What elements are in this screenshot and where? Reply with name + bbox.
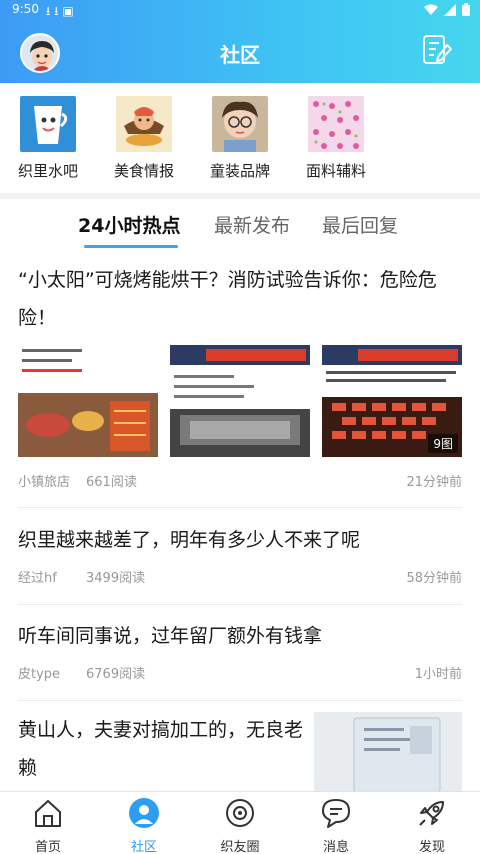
category-zhili-water-bar[interactable]: 织里水吧 [8,96,88,181]
category-kids-clothing-brands[interactable]: 童装品牌 [200,96,280,181]
post-title: 织里越来越差了，明年有多少人不来了呢 [18,529,361,551]
category-label: 面料辅料 [305,162,366,180]
post-images: 9图 [18,345,462,457]
home-icon [35,800,61,827]
image-count-badge: 9图 [428,434,458,453]
nav-home[interactable]: 首页 [0,796,96,854]
child-photo-icon [212,96,268,152]
friends-circle-icon [226,799,254,827]
category-fabrics-accessories[interactable]: 面料辅料 [296,96,376,181]
post-feed: 24小时热点 最新发布 最后回复 “小太阳”可烧烤能烘干？消防试验告诉你：危险危… [0,199,480,791]
nav-label: 织友圈 [220,840,260,854]
page-title: 社区 [220,43,260,67]
status-right-icons [424,3,470,16]
nav-friends-circle[interactable]: 织友圈 [192,796,288,854]
divider [18,507,462,508]
nav-label: 社区 [130,840,157,854]
post-image[interactable]: 9图 [322,345,462,457]
post-time: 21分钟前 [406,475,462,490]
tab-24h-hot[interactable]: 24小时热点 [78,211,180,238]
post-read-count: 661阅读 [86,475,137,490]
app-header: 9:50 ⭳⭳▣ 社区 [0,0,480,83]
battery-icon [462,3,470,16]
tab-last-reply[interactable]: 最后回复 [322,211,398,238]
post-read-count: 6769阅读 [86,667,146,682]
bottom-navigation: 首页 社区 织友圈 消息 发现 [0,791,480,854]
nav-discover[interactable]: 发现 [384,796,480,854]
post-meta-row: 经过hf 3499阅读 58分钟前 [18,567,462,586]
bbq-photo-icon [18,345,158,457]
category-shortcuts: 织里水吧 美食情报 童装品牌 面料辅料 [0,83,480,193]
active-tab-indicator [84,245,178,248]
post-title: 听车间同事说，过年留厂额外有钱拿 [18,625,323,647]
post-author[interactable]: 小镇旅店 [18,471,70,490]
edit-document-icon [423,35,452,64]
post-title: 黄山人，夫妻对搞加工的，无良老赖 [18,719,304,779]
post-image[interactable] [170,345,310,457]
nav-community[interactable]: 社区 [96,796,192,854]
rocket-icon [419,801,444,826]
message-bubble-icon [322,799,350,828]
post-time: 58分钟前 [406,571,462,586]
tab-latest[interactable]: 最新发布 [214,211,290,238]
post-author[interactable]: 经过hf [18,567,57,586]
post-author[interactable]: 皮type [18,663,60,682]
id-card-photo-icon [314,712,462,791]
post-meta-row: 皮type 6769阅读 1小时前 [18,663,462,682]
post-meta: 小镇旅店 661阅读 21分钟前 [18,471,462,490]
category-thumbnail [20,96,76,152]
download-notification-icons: ⭳⭳▣ [46,4,78,18]
fabric-pattern-icon [308,96,364,152]
news-screenshot-icon [170,345,310,457]
wifi-icon [424,4,438,15]
nav-label: 消息 [322,840,349,854]
post-time: 1小时前 [414,667,462,682]
nav-label: 首页 [34,840,61,854]
post-title: “小太阳”可烧烤能烘干？消防试验告诉你：危险危险！ [18,269,437,329]
chef-cartoon-icon [116,96,172,152]
post-meta: 经过hf 3499阅读 58分钟前 [18,567,462,586]
community-icon [129,798,159,828]
post-read-count: 3499阅读 [86,571,146,586]
post-meta-row: 小镇旅店 661阅读 21分钟前 [18,471,462,490]
post-item[interactable]: 听车间同事说，过年留厂额外有钱拿 [18,617,462,655]
feed-tabs: 24小时热点 最新发布 最后回复 [0,199,480,251]
post-item[interactable]: 织里越来越差了，明年有多少人不来了呢 [18,521,462,559]
image-row: 9图 [18,345,462,457]
category-label: 美食情报 [113,162,174,180]
post-item[interactable]: “小太阳”可烧烤能烘干？消防试验告诉你：危险危险！ [18,261,462,337]
post-item[interactable]: 黄山人，夫妻对搞加工的，无良老赖 [18,711,308,787]
category-thumbnail [308,96,364,152]
nav-label: 发现 [418,840,445,854]
post-image[interactable] [18,345,158,457]
status-bar: 9:50 ⭳⭳▣ [0,0,480,20]
divider [18,604,462,605]
divider [18,700,462,701]
category-food-info[interactable]: 美食情报 [104,96,184,181]
post-meta: 皮type 6769阅读 1小时前 [18,663,462,682]
category-label: 织里水吧 [17,162,78,180]
category-thumbnail [212,96,268,152]
post-image[interactable] [314,712,462,791]
category-thumbnail [116,96,172,152]
new-post-button[interactable] [420,33,454,67]
category-label: 童装品牌 [209,162,270,180]
signal-icon [444,3,456,16]
nav-messages[interactable]: 消息 [288,796,384,854]
status-time: 9:50 [12,2,39,16]
cup-icon [20,96,76,152]
